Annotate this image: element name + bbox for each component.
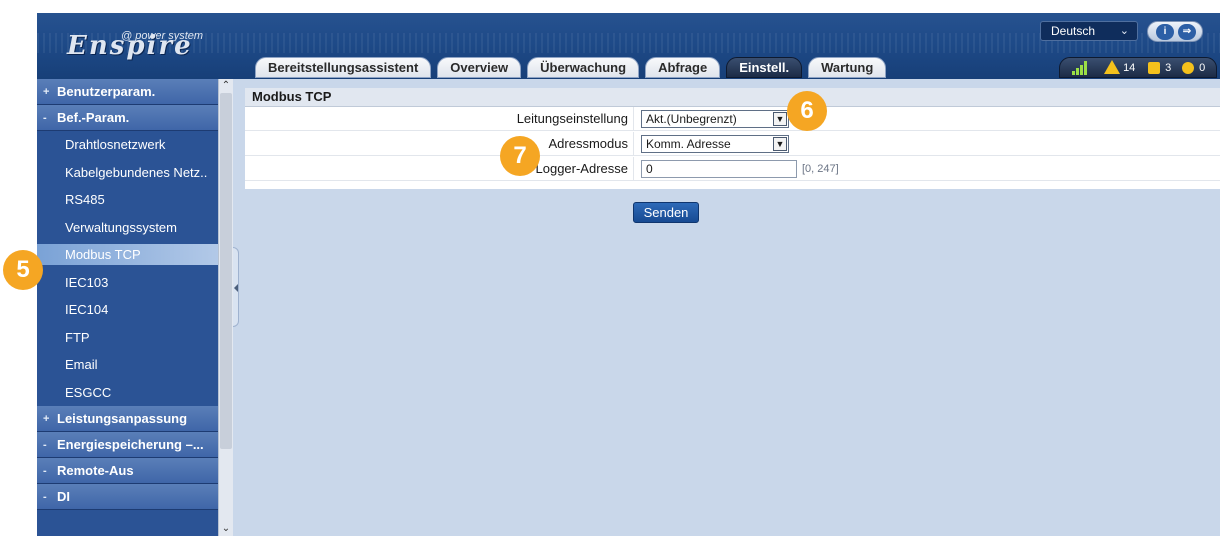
sidebar-section-remote-aus[interactable]: - Remote-Aus	[37, 458, 233, 484]
sidebar-item-ftp[interactable]: FTP	[37, 324, 233, 352]
address-mode-value: Komm. Adresse	[646, 137, 731, 151]
sidebar-item-verwaltungssystem[interactable]: Verwaltungssystem	[37, 214, 233, 242]
callout-6: 6	[787, 91, 827, 131]
address-mode-row: Adressmodus Komm. Adresse ▼	[245, 132, 1220, 156]
info-icon[interactable]: i	[1156, 24, 1174, 40]
sidebar-item-label: Verwaltungssystem	[65, 219, 177, 235]
main-tabs: Bereitstellungsassistent Overview Überwach…	[255, 57, 892, 79]
sidebar-section-label: Remote-Aus	[57, 463, 134, 478]
major-alarm[interactable]: 14	[1104, 60, 1135, 76]
chevron-down-icon: ⌄	[1119, 25, 1129, 37]
minor-alarm-icon	[1148, 62, 1160, 75]
sidebar-item-label: IEC104	[65, 302, 109, 317]
sidebar-section-energiespeicherung[interactable]: - Energiespeicherung –...	[37, 432, 233, 458]
sidebar-section-leistungsanpassung[interactable]: + Leistungsanpassung	[37, 406, 233, 432]
sidebar-section-label: DI	[57, 489, 70, 504]
tab-einstell[interactable]: Einstell.	[726, 57, 803, 78]
language-value: Deutsch	[1051, 24, 1096, 38]
sidebar-item-label: Drahtlosnetzwerk	[65, 137, 166, 152]
header-bar: @ power system Enspire Bereitstellungsas…	[37, 13, 1220, 79]
sidebar-item-iec104[interactable]: IEC104	[37, 296, 233, 324]
header-buttons: i ⇒	[1147, 21, 1203, 42]
connection-label: Leitungseinstellung	[516, 111, 628, 126]
sidebar-item-rs485[interactable]: RS485	[37, 186, 233, 214]
expand-icon: +	[43, 86, 50, 98]
logger-address-row: Logger-Adresse [0, 247]	[245, 157, 1220, 181]
logger-address-label: Logger-Adresse	[535, 161, 629, 176]
sidebar-item-kabelgebundenes-netz[interactable]: Kabelgebundenes Netz..	[37, 159, 233, 187]
address-mode-select[interactable]: Komm. Adresse ▼	[641, 135, 789, 153]
collapse-icon[interactable]	[233, 247, 239, 327]
collapse-icon: -	[43, 439, 47, 451]
language-select[interactable]: Deutsch ⌄	[1040, 21, 1138, 41]
scroll-down-icon[interactable]: ⌄	[219, 522, 233, 536]
sidebar-item-esgcc[interactable]: ESGCC	[37, 379, 233, 407]
sidebar-item-label: Modbus TCP	[65, 247, 141, 262]
collapse-icon: -	[43, 491, 47, 503]
tab-bereitstellungsassistent[interactable]: Bereitstellungsassistent	[255, 57, 432, 78]
info-alarm-icon	[1182, 62, 1194, 75]
sidebar-item-email[interactable]: Email	[37, 351, 233, 379]
collapse-icon: -	[43, 112, 47, 124]
send-button[interactable]: Senden	[633, 202, 699, 223]
connection-value: Akt.(Unbegrenzt)	[646, 112, 737, 126]
collapse-icon: -	[43, 465, 47, 477]
callout-7: 7	[500, 136, 540, 176]
sidebar-item-label: Email	[65, 357, 98, 372]
sidebar-scrollbar[interactable]: ⌃ ⌄	[218, 79, 233, 536]
logout-icon[interactable]: ⇒	[1178, 24, 1196, 40]
panel-splitter[interactable]	[233, 79, 241, 536]
sidebar-item-label: ESGCC	[65, 384, 112, 400]
tab-abfrage[interactable]: Abfrage	[645, 57, 721, 78]
minor-alarm[interactable]: 3	[1148, 60, 1171, 76]
logo: @ power system Enspire	[67, 23, 237, 61]
connection-select[interactable]: Akt.(Unbegrenzt) ▼	[641, 110, 789, 128]
sidebar-section-bef-param[interactable]: - Bef.-Param.	[37, 105, 233, 131]
main-panel: Modbus TCP Leitungseinstellung Akt.(Unbe…	[241, 79, 1220, 536]
major-alarm-count: 14	[1123, 62, 1136, 74]
tab-überwachung[interactable]: Überwachung	[527, 57, 640, 78]
logger-address-input[interactable]	[641, 160, 797, 178]
sidebar-item-label: IEC103	[65, 274, 109, 290]
logger-address-range: [0, 247]	[802, 163, 839, 175]
sidebar-item-label: FTP	[65, 329, 90, 345]
tab-overview[interactable]: Overview	[437, 57, 522, 78]
connection-row: Leitungseinstellung Akt.(Unbegrenzt) ▼	[245, 107, 1220, 131]
chevron-down-icon: ▼	[773, 112, 787, 126]
chevron-down-icon: ▼	[773, 137, 787, 151]
app-window: @ power system Enspire Bereitstellungsas…	[37, 13, 1220, 536]
logo-title: Enspire	[67, 31, 193, 61]
sidebar-section-label: Benutzerparam.	[57, 84, 156, 99]
warning-icon	[1104, 60, 1120, 75]
sidebar-section-label: Bef.-Param.	[57, 110, 130, 125]
callout-5: 5	[3, 250, 43, 290]
sidebar-item-drahtlosnetzwerk[interactable]: Drahtlosnetzwerk	[37, 131, 233, 159]
sidebar-section-benutzerparam[interactable]: + Benutzerparam.	[37, 79, 233, 105]
address-mode-label: Adressmodus	[548, 136, 628, 151]
sidebar-item-iec103[interactable]: IEC103	[37, 269, 233, 297]
sidebar-section-di[interactable]: - DI	[37, 484, 233, 510]
sidebar-section-label: Leistungsanpassung	[57, 411, 188, 426]
minor-alarm-count: 3	[1165, 62, 1172, 74]
sidebar: + Benutzerparam. - Bef.-Param. Drahtlosnetzw…	[37, 79, 233, 536]
scroll-up-icon[interactable]: ⌃	[219, 79, 233, 93]
status-bar: 14 3 0	[1059, 57, 1217, 78]
settings-form: Leitungseinstellung Akt.(Unbegrenzt) ▼ A…	[245, 107, 1220, 189]
sidebar-item-label: RS485	[65, 192, 105, 207]
signal-icon	[1072, 61, 1088, 75]
page-title: Modbus TCP	[245, 88, 1220, 107]
scroll-thumb[interactable]	[220, 93, 232, 449]
sidebar-section-label: Energiespeicherung –...	[57, 437, 204, 452]
sidebar-item-label: Kabelgebundenes Netz..	[65, 164, 208, 180]
info-alarm-count: 0	[1199, 62, 1206, 74]
tab-wartung[interactable]: Wartung	[808, 57, 887, 78]
info-alarm[interactable]: 0	[1182, 60, 1205, 76]
sidebar-item-modbus-tcp[interactable]: Modbus TCP	[37, 241, 233, 269]
expand-icon: +	[43, 413, 50, 425]
